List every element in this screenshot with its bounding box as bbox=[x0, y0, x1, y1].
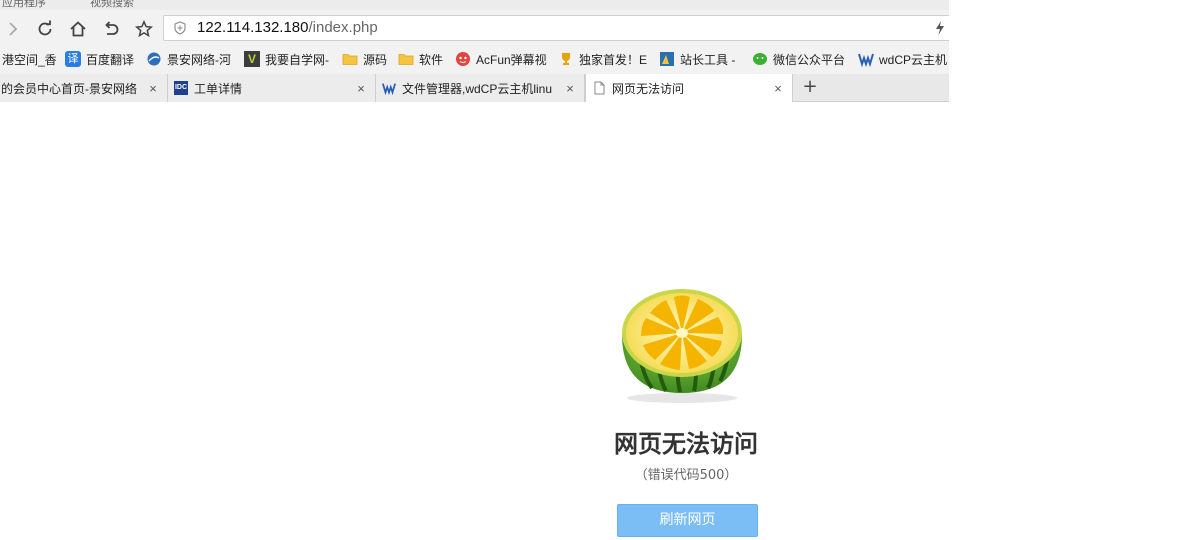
wdcp-icon bbox=[382, 83, 396, 95]
reload-icon bbox=[38, 20, 52, 36]
tab-file-manager[interactable]: 文件管理器,wdCP云主机linu × bbox=[376, 74, 585, 102]
reload-button[interactable] bbox=[34, 18, 56, 40]
tab-strip: 的会员中心首页-景安网络 × IDC 工单详情 × 文件管理器,wdCP云主机l… bbox=[0, 74, 949, 102]
tab-title: 网页无法访问 bbox=[612, 81, 685, 96]
acfun-icon bbox=[456, 52, 470, 66]
v-logo-icon: V bbox=[244, 51, 260, 67]
bookmark-label: 我要自学网- bbox=[265, 52, 329, 67]
address-path: /index.php bbox=[308, 19, 378, 36]
bookmark-label: 百度翻译 bbox=[86, 52, 135, 67]
bookmark-label: 景安网络-河 bbox=[167, 52, 231, 67]
bookmark-item[interactable]: 软件 bbox=[398, 50, 443, 68]
error-title: 网页无法访问 bbox=[614, 430, 758, 458]
trophy-icon bbox=[562, 53, 570, 65]
navigation-bar: 122.114.132.180/index.php bbox=[0, 10, 949, 46]
watermelon-lemon-icon bbox=[622, 289, 742, 403]
close-icon[interactable]: × bbox=[770, 81, 786, 96]
lightning-icon[interactable] bbox=[935, 21, 945, 35]
bookmark-label: 站长工具 - bbox=[680, 52, 736, 67]
tab-ticket-detail[interactable]: IDC 工单详情 × bbox=[168, 74, 376, 102]
idc-icon: IDC bbox=[174, 81, 188, 95]
home-icon bbox=[70, 21, 86, 37]
bookmark-label: 软件 bbox=[419, 52, 444, 67]
top-strip: 应用程序 视频搜索 bbox=[0, 0, 949, 10]
tab-title: 工单详情 bbox=[194, 81, 243, 96]
bookmark-label: 微信公众平台 bbox=[773, 52, 846, 67]
bookmark-item[interactable]: 景安网络-河 bbox=[146, 50, 231, 68]
wdcp-icon bbox=[858, 53, 874, 67]
tab-title: 文件管理器,wdCP云主机linu bbox=[402, 81, 553, 96]
bookmark-item[interactable]: 微信公众平台 bbox=[752, 50, 845, 68]
bookmark-label: 源码 bbox=[363, 52, 388, 67]
tab-page-unavailable[interactable]: 网页无法访问 × bbox=[585, 74, 793, 102]
bookmark-label: wdCP云主机 bbox=[879, 52, 948, 67]
bookmark-label: AcFun弹幕视 bbox=[476, 52, 547, 67]
close-icon[interactable]: × bbox=[145, 81, 161, 96]
globe-icon bbox=[147, 52, 161, 66]
bookmark-item[interactable]: 站长工具 - bbox=[659, 50, 735, 68]
chart-logo-icon bbox=[660, 52, 674, 66]
address-bar[interactable]: 122.114.132.180/index.php bbox=[163, 15, 949, 41]
close-icon[interactable]: × bbox=[562, 81, 578, 96]
home-button[interactable] bbox=[67, 18, 89, 40]
page-content: 网页无法访问 （错误代码500） 刷新网页 bbox=[0, 102, 1178, 540]
tab-member-center[interactable]: 的会员中心首页-景安网络 × bbox=[0, 74, 168, 102]
tab-title: 的会员中心首页-景安网络 bbox=[1, 81, 137, 96]
bookmark-item[interactable]: wdCP云主机 bbox=[858, 50, 947, 68]
error-code: （错误代码500） bbox=[634, 468, 738, 483]
new-tab-button[interactable]: + bbox=[800, 77, 820, 97]
folder-icon bbox=[398, 54, 414, 65]
bookmark-label: 独家首发！E bbox=[579, 52, 648, 67]
chevron-right-icon bbox=[9, 22, 18, 36]
bookmarks-bar: 港空间_香 译 百度翻译 景安网络-河 V 我要自学网- 源码 软件 AcFun… bbox=[0, 46, 949, 72]
back-button[interactable] bbox=[2, 18, 24, 40]
wechat-icon bbox=[753, 53, 767, 65]
top-strip-right-text: 视频搜索 bbox=[90, 0, 134, 9]
refresh-page-button[interactable]: 刷新网页 bbox=[617, 504, 758, 537]
bookmark-star-button[interactable] bbox=[133, 18, 155, 40]
address-host: 122.114.132.180 bbox=[197, 19, 309, 36]
bookmark-label: 港空间_香 bbox=[2, 52, 57, 67]
folder-icon bbox=[342, 54, 358, 65]
bookmark-item[interactable]: AcFun弹幕视 bbox=[455, 50, 547, 68]
browser-chrome: 应用程序 视频搜索 122.114.132.180/index.php 港空间_… bbox=[0, 0, 949, 102]
undo-icon bbox=[105, 21, 119, 35]
page-icon bbox=[594, 81, 605, 95]
bookmark-item[interactable]: V 我要自学网- bbox=[244, 50, 329, 68]
star-icon bbox=[135, 20, 153, 38]
close-icon[interactable]: × bbox=[353, 81, 369, 96]
undo-button[interactable] bbox=[100, 18, 122, 40]
bookmark-item[interactable]: 译 百度翻译 bbox=[65, 50, 134, 68]
address-text: 122.114.132.180/index.php bbox=[197, 19, 378, 36]
bookmark-item[interactable]: 港空间_香 bbox=[2, 50, 57, 68]
top-strip-left-text: 应用程序 bbox=[2, 0, 46, 9]
translate-icon: 译 bbox=[65, 51, 81, 67]
shield-icon bbox=[174, 21, 186, 35]
bookmark-item[interactable]: 独家首发！E bbox=[558, 50, 647, 68]
bookmark-item[interactable]: 源码 bbox=[342, 50, 387, 68]
